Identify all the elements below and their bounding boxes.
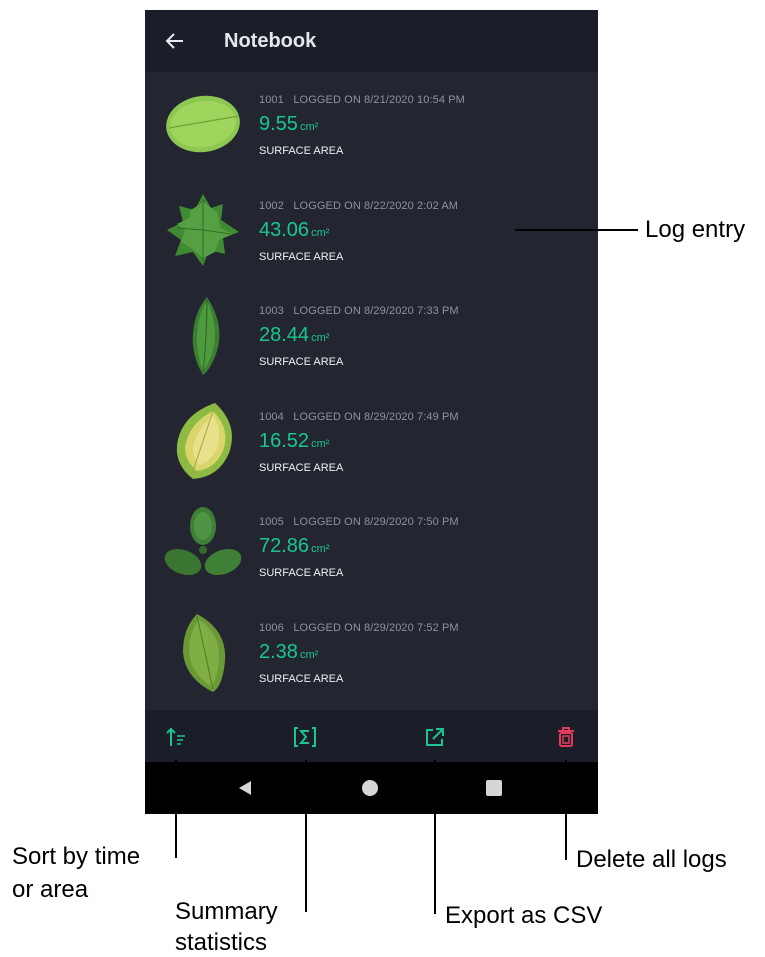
value-unit: cm² [311,437,330,450]
log-entry[interactable]: 1003 LOGGED ON 8/29/2020 7:33 PM 28.44 cm… [145,283,598,389]
sort-pointer [175,760,177,858]
value-number: 16.52 [259,429,310,452]
entry-id: 1003 [259,305,284,317]
leaf-thumbnail [192,297,220,375]
leaf-thumbnail [167,193,239,266]
log-list: 1001 LOGGED ON 8/21/2020 10:54 PM 9.55 cm… [145,72,598,705]
summary-pointer [305,760,307,912]
entry-label: SURFACE AREA [259,250,344,263]
entry-logged: LOGGED ON 8/29/2020 7:49 PM [293,410,459,423]
log-entry[interactable]: 1006 LOGGED ON 8/29/2020 7:52 PM 2.38 cm²… [145,600,598,706]
value-number: 2.38 [259,640,298,663]
sigma-icon[interactable] [292,724,318,750]
log-entry[interactable]: 1004 LOGGED ON 8/29/2020 7:49 PM 16.52 cm… [145,389,598,495]
entry-logged: LOGGED ON 8/21/2020 10:54 PM [293,94,465,106]
bottom-toolbar [145,710,598,762]
value-number: 9.55 [259,113,298,135]
entry-meta: 1004 LOGGED ON 8/29/2020 7:49 PM [259,411,459,423]
leaf-thumbnail [166,95,240,153]
entry-value: 2.38 cm² [259,641,318,664]
entry-label: SURFACE AREA [259,356,344,368]
export-pointer [434,760,436,914]
arrow-left-icon[interactable] [145,10,205,72]
system-nav-bar [145,762,598,814]
delete-annotation: Delete all logs [576,846,727,873]
log-entry[interactable]: 1001 LOGGED ON 8/21/2020 10:54 PM 9.55 cm… [145,72,598,178]
sort-annotation-line2: or area [12,876,89,903]
entry-logged: LOGGED ON 8/29/2020 7:33 PM [293,305,459,317]
log-entry-pointer [515,229,638,231]
nav-recents-icon[interactable] [482,776,506,800]
entry-meta: 1006 LOGGED ON 8/29/2020 7:52 PM [259,622,459,634]
page-title: Notebook [224,29,317,52]
entry-logged: LOGGED ON 8/29/2020 7:50 PM [293,516,459,528]
export-icon[interactable] [422,724,448,750]
entry-logged: LOGGED ON 8/29/2020 7:52 PM [293,621,459,634]
app-bar: Notebook [145,10,598,72]
entry-id: 1005 [259,516,284,528]
entry-id: 1006 [259,621,284,634]
value-unit: cm² [311,332,330,344]
value-number: 72.86 [259,535,310,557]
entry-label: SURFACE AREA [259,145,344,157]
value-unit: cm² [311,226,330,239]
entry-id: 1001 [259,94,284,106]
leaf-thumbnail [164,507,242,576]
entry-value: 16.52 cm² [259,430,329,453]
entry-meta: 1001 LOGGED ON 8/21/2020 10:54 PM [259,94,465,106]
entry-meta: 1003 LOGGED ON 8/29/2020 7:33 PM [259,305,459,317]
entry-value: 43.06 cm² [259,219,329,242]
value-unit: cm² [299,648,319,661]
value-unit: cm² [299,121,319,133]
entry-value: 9.55 cm² [259,113,318,136]
value-number: 43.06 [259,218,310,241]
value-number: 28.44 [259,324,310,346]
nav-home-icon[interactable] [358,776,382,800]
log-entry-annotation: Log entry [645,216,746,243]
delete-pointer [565,760,567,860]
trash-icon[interactable] [553,724,579,750]
sort-annotation-line1: Sort by time [12,843,141,870]
entry-label: SURFACE AREA [259,461,344,474]
leaf-thumbnail [176,402,232,479]
export-annotation: Export as CSV [445,902,603,929]
entry-value: 28.44 cm² [259,324,329,347]
summary-annotation-line1: Summary [175,898,278,925]
entry-id: 1002 [259,199,284,212]
entry-value: 72.86 cm² [259,535,329,558]
sort-icon[interactable] [163,724,189,750]
phone-screen: Notebook 1001 LOGGED ON 8/21/2020 10:54 … [145,10,598,814]
log-entry[interactable]: 1005 LOGGED ON 8/29/2020 7:50 PM 72.86 cm… [145,494,598,600]
entry-meta: 1002 LOGGED ON 8/22/2020 2:02 AM [259,200,458,212]
entry-label: SURFACE AREA [259,672,344,685]
value-unit: cm² [311,543,330,555]
entry-meta: 1005 LOGGED ON 8/29/2020 7:50 PM [259,516,459,528]
entry-logged: LOGGED ON 8/22/2020 2:02 AM [293,199,459,212]
entry-label: SURFACE AREA [259,567,344,579]
leaf-thumbnail [183,613,226,692]
entry-id: 1004 [259,410,284,423]
summary-annotation-line2: statistics [175,929,268,956]
nav-back-icon[interactable] [233,776,257,800]
